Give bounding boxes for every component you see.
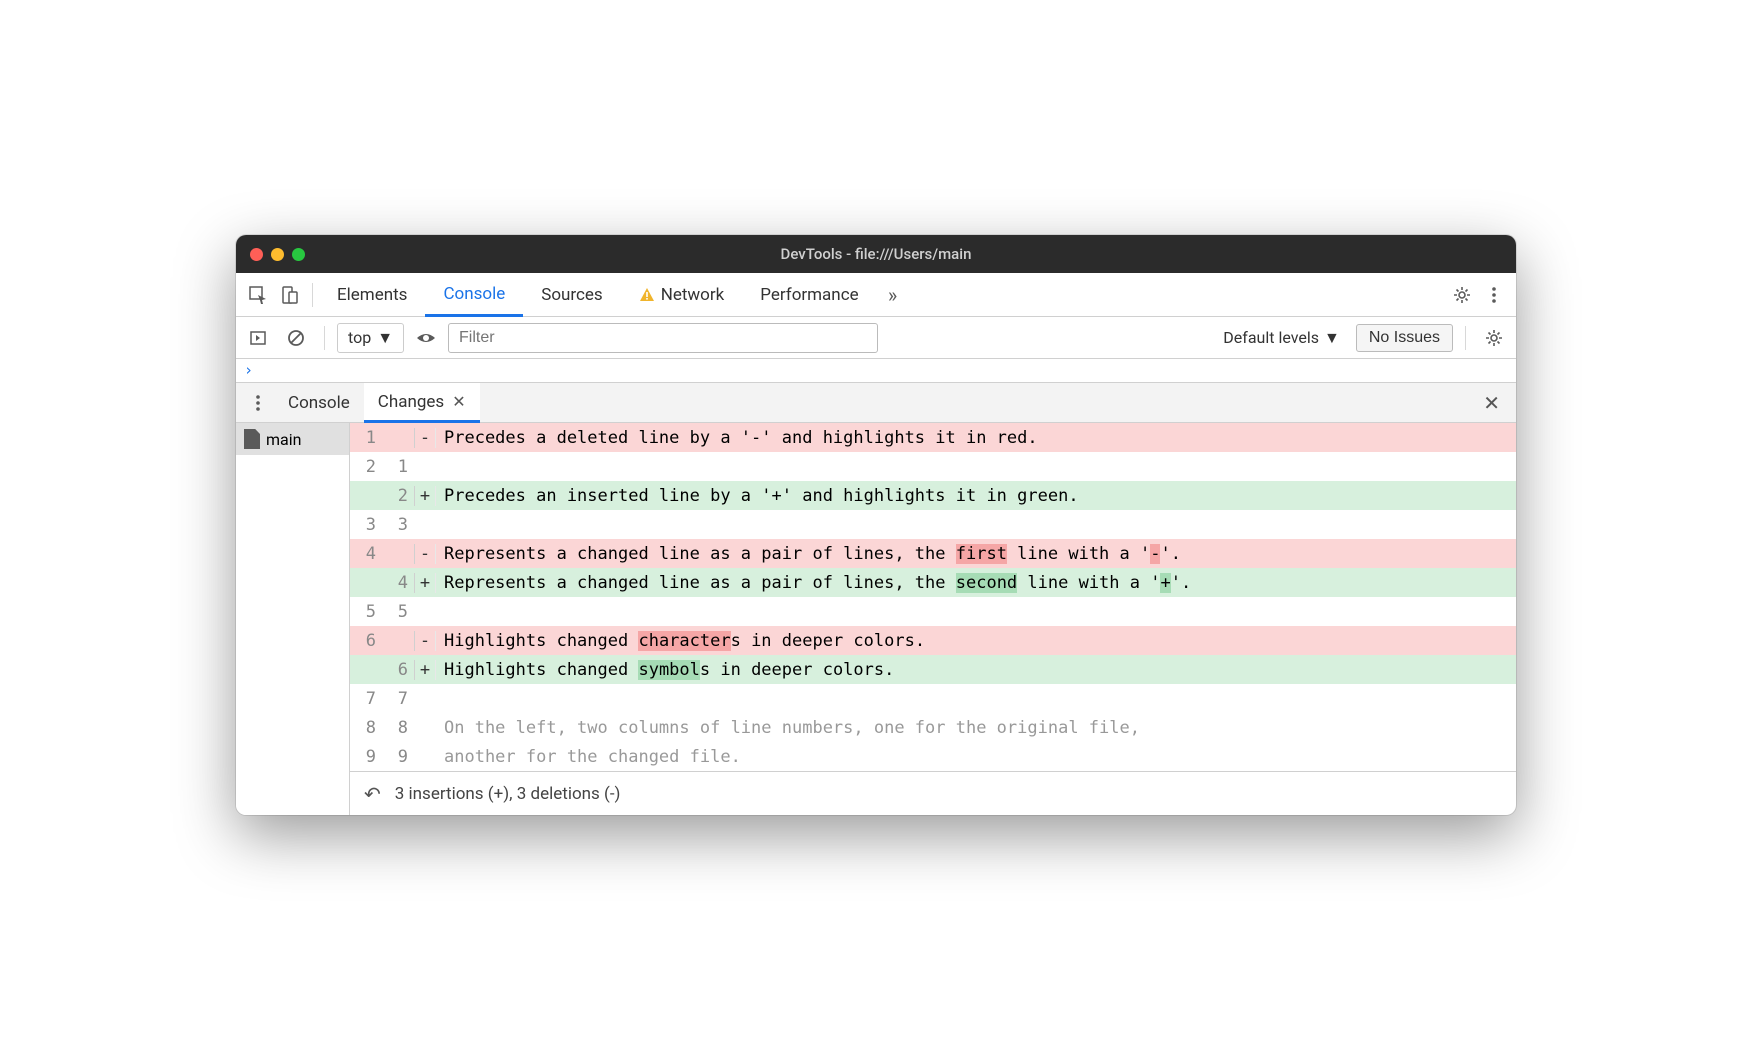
drawer-tab-bar: Console Changes ✕ ✕ xyxy=(236,383,1516,423)
diff-row: 6 -Highlights changed characters in deepe… xyxy=(350,626,1516,655)
context-selector[interactable]: top ▼ xyxy=(337,323,404,353)
line-number-old: 7 xyxy=(350,689,382,709)
chevron-down-icon: ▼ xyxy=(377,328,393,348)
file-icon xyxy=(244,429,260,449)
line-number-new: 5 xyxy=(382,602,414,622)
diff-footer: ↶ 3 insertions (+), 3 deletions (-) xyxy=(350,771,1516,815)
diff-row: 33 xyxy=(350,510,1516,539)
tab-sources[interactable]: Sources xyxy=(523,273,620,317)
diff-row: 4+Represents a changed line as a pair of… xyxy=(350,568,1516,597)
file-item-main[interactable]: main xyxy=(236,423,349,455)
line-number-old: 1 xyxy=(350,428,382,448)
diff-code: another for the changed file. xyxy=(436,747,1516,767)
tab-elements[interactable]: Elements xyxy=(319,273,425,317)
line-number-new: 7 xyxy=(382,689,414,709)
diff-row: 55 xyxy=(350,597,1516,626)
levels-label: Default levels xyxy=(1223,328,1319,347)
diff-code: Highlights changed characters in deeper … xyxy=(436,631,1516,651)
close-window-button[interactable] xyxy=(250,248,263,261)
line-number-new: 4 xyxy=(382,573,414,593)
diff-marker: - xyxy=(414,631,436,651)
changes-panel: main 1-Precedes a deleted line by a '-' … xyxy=(236,423,1516,815)
separator xyxy=(324,326,325,350)
diff-code: Highlights changed symbols in deeper col… xyxy=(436,660,1516,680)
toggle-sidebar-icon[interactable] xyxy=(242,322,274,354)
clear-console-icon[interactable] xyxy=(280,322,312,354)
diff-code: Represents a changed line as a pair of l… xyxy=(436,544,1516,564)
line-number-new: 9 xyxy=(382,747,414,767)
diff-row: 77 xyxy=(350,684,1516,713)
line-number-old: 5 xyxy=(350,602,382,622)
warning-icon xyxy=(639,287,655,303)
diff-marker: + xyxy=(414,486,436,506)
console-toolbar: top ▼ Default levels ▼ No Issues xyxy=(236,317,1516,359)
diff-row: 88 On the left, two columns of line numbe… xyxy=(350,713,1516,742)
more-tabs-icon[interactable]: » xyxy=(877,279,909,311)
window-controls xyxy=(250,248,305,261)
context-label: top xyxy=(348,328,371,347)
line-number-old: 4 xyxy=(350,544,382,564)
diff-row: 2+Precedes an inserted line by a '+' and… xyxy=(350,481,1516,510)
close-drawer-icon[interactable]: ✕ xyxy=(1473,391,1510,415)
tab-network[interactable]: Network xyxy=(621,273,743,317)
diff-code: Represents a changed line as a pair of l… xyxy=(436,573,1516,593)
device-toolbar-icon[interactable] xyxy=(274,279,306,311)
log-levels-selector[interactable]: Default levels ▼ xyxy=(1213,324,1350,352)
drawer-tab-console[interactable]: Console xyxy=(274,383,364,423)
drawer-tab-changes[interactable]: Changes ✕ xyxy=(364,383,480,423)
titlebar: DevTools - file:///Users/main xyxy=(236,235,1516,273)
diff-lines: 1-Precedes a deleted line by a '-' and h… xyxy=(350,423,1516,771)
diff-row: 4 -Represents a changed line as a pair of… xyxy=(350,539,1516,568)
filter-input[interactable] xyxy=(448,323,878,353)
line-number-old: 6 xyxy=(350,631,382,651)
file-name: main xyxy=(266,430,301,449)
revert-icon[interactable]: ↶ xyxy=(364,782,381,806)
diff-code: Precedes a deleted line by a '-' and hig… xyxy=(436,428,1516,448)
diff-summary: 3 insertions (+), 3 deletions (-) xyxy=(395,784,621,804)
minimize-window-button[interactable] xyxy=(271,248,284,261)
separator xyxy=(312,283,313,307)
line-number-old: 3 xyxy=(350,515,382,535)
separator xyxy=(1465,326,1466,350)
line-number-old: 8 xyxy=(350,718,382,738)
file-list: main xyxy=(236,423,350,815)
inspect-element-icon[interactable] xyxy=(242,279,274,311)
maximize-window-button[interactable] xyxy=(292,248,305,261)
tab-console[interactable]: Console xyxy=(425,273,523,317)
line-number-old: 2 xyxy=(350,457,382,477)
diff-code: Precedes an inserted line by a '+' and h… xyxy=(436,486,1516,506)
console-settings-icon[interactable] xyxy=(1478,322,1510,354)
settings-icon[interactable] xyxy=(1446,279,1478,311)
diff-row: 1 -Precedes a deleted line by a '-' and h… xyxy=(350,423,1516,452)
console-prompt[interactable]: › xyxy=(236,359,1516,383)
diff-marker: + xyxy=(414,660,436,680)
line-number-new: 1 xyxy=(382,457,414,477)
tab-performance[interactable]: Performance xyxy=(742,273,876,317)
drawer-tab-changes-label: Changes xyxy=(378,392,444,412)
diff-marker: + xyxy=(414,573,436,593)
diff-row: 6+Highlights changed symbols in deeper c… xyxy=(350,655,1516,684)
main-tab-bar: Elements Console Sources Network Perform… xyxy=(236,273,1516,317)
line-number-new: 6 xyxy=(382,660,414,680)
drawer-kebab-icon[interactable] xyxy=(242,387,274,419)
line-number-new: 8 xyxy=(382,718,414,738)
diff-code: On the left, two columns of line numbers… xyxy=(436,718,1516,738)
line-number-new: 2 xyxy=(382,486,414,506)
line-number-old: 9 xyxy=(350,747,382,767)
issues-button[interactable]: No Issues xyxy=(1356,324,1453,352)
kebab-menu-icon[interactable] xyxy=(1478,279,1510,311)
line-number-new: 3 xyxy=(382,515,414,535)
eye-icon[interactable] xyxy=(410,322,442,354)
diff-area: 1-Precedes a deleted line by a '-' and h… xyxy=(350,423,1516,815)
chevron-down-icon: ▼ xyxy=(1324,328,1340,348)
tab-network-label: Network xyxy=(661,285,725,305)
diff-row: 99 another for the changed file. xyxy=(350,742,1516,771)
close-tab-icon[interactable]: ✕ xyxy=(452,392,465,411)
diff-marker: - xyxy=(414,428,436,448)
window-title: DevTools - file:///Users/main xyxy=(236,245,1516,263)
diff-row: 21 xyxy=(350,452,1516,481)
diff-marker: - xyxy=(414,544,436,564)
devtools-window: DevTools - file:///Users/main Elements C… xyxy=(236,235,1516,815)
